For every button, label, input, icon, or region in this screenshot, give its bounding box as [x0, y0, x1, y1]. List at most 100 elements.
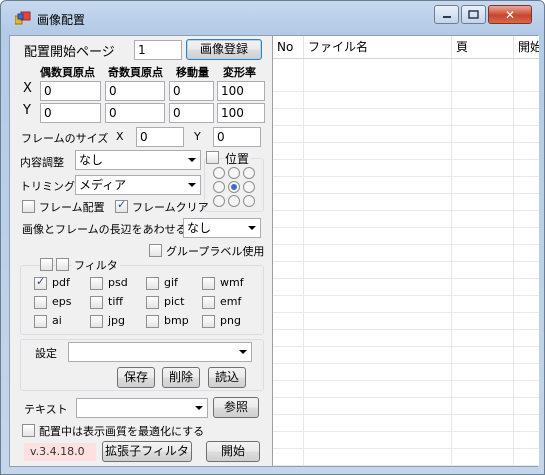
group-label-checkbox[interactable] — [149, 244, 162, 257]
trimming-label: トリミング — [20, 180, 75, 193]
filter-group-checkbox[interactable] — [40, 258, 53, 271]
long-side-value: なし — [187, 221, 212, 235]
position-center-radio[interactable] — [228, 181, 240, 193]
extension-filter-button[interactable]: 拡張子フィルタ — [102, 441, 192, 462]
table-row — [273, 433, 539, 449]
close-button[interactable]: ✕ — [488, 5, 532, 24]
table-row — [273, 365, 539, 381]
chevron-down-icon — [188, 183, 196, 187]
table-row — [273, 331, 539, 347]
frame-width-input[interactable]: 0 — [136, 127, 184, 147]
table-row — [273, 144, 539, 160]
position-bottom-left-radio[interactable] — [213, 195, 225, 207]
position-bottom-right-radio[interactable] — [243, 195, 255, 207]
filter-label: フィルタ — [72, 257, 120, 273]
filter-png-checkbox[interactable] — [202, 315, 215, 328]
filter-wmf-checkbox[interactable] — [202, 277, 215, 290]
trimming-dropdown[interactable]: メディア — [75, 175, 201, 195]
even-y-input[interactable]: 0 — [40, 103, 101, 123]
filter-gif-checkbox[interactable] — [146, 277, 159, 290]
window-frame: 画像配置 ✕ 配置開始ページ 1 画像登録 偶数頁原点 奇数頁原点 移動量 変形… — [0, 0, 545, 475]
table-row — [273, 110, 539, 126]
table-row — [273, 416, 539, 432]
load-button[interactable]: 読込 — [208, 367, 246, 388]
main-panel: 配置開始ページ 1 画像登録 偶数頁原点 奇数頁原点 移動量 変形率 X 0 0… — [9, 35, 539, 467]
scale-x-input[interactable]: 100 — [217, 81, 265, 101]
filter-wmf-label: wmf — [220, 276, 244, 289]
offset-x-input[interactable]: 0 — [169, 81, 214, 101]
file-list-table[interactable]: No ファイル名 頁 開始 — [272, 36, 539, 466]
filter-ai-label: ai — [52, 314, 62, 327]
even-origin-header: 偶数頁原点 — [40, 66, 95, 79]
content-fit-dropdown[interactable]: なし — [75, 150, 201, 170]
filter-eps-label: eps — [52, 295, 72, 308]
filter-gif-label: gif — [164, 276, 178, 289]
position-top-center-radio[interactable] — [228, 167, 240, 179]
table-row — [273, 229, 539, 245]
table-row — [273, 382, 539, 398]
filter-pdf-label: pdf — [52, 276, 70, 289]
browse-button[interactable]: 参照 — [213, 397, 259, 418]
position-middle-left-radio[interactable] — [213, 181, 225, 193]
start-page-label: 配置開始ページ — [24, 45, 115, 60]
column-header-no[interactable]: No — [273, 36, 304, 59]
frame-height-input[interactable]: 0 — [213, 127, 261, 147]
position-middle-right-radio[interactable] — [243, 181, 255, 193]
text-dropdown[interactable] — [76, 398, 208, 418]
long-side-label: 画像とフレームの長辺をあわせる — [22, 223, 187, 236]
filter-eps-checkbox[interactable] — [34, 296, 47, 309]
odd-x-input[interactable]: 0 — [105, 81, 165, 101]
minimize-button[interactable] — [434, 5, 459, 24]
scale-header: 変形率 — [223, 66, 256, 79]
odd-y-input[interactable]: 0 — [105, 103, 165, 123]
table-row — [273, 314, 539, 330]
optimize-checkbox[interactable] — [22, 424, 35, 437]
filter-ai-checkbox[interactable] — [34, 315, 47, 328]
filter-checkbox[interactable] — [56, 258, 69, 271]
settings-dropdown[interactable] — [68, 342, 252, 362]
long-side-dropdown[interactable]: なし — [183, 218, 261, 238]
chevron-down-icon — [239, 350, 247, 354]
position-bottom-center-radio[interactable] — [228, 195, 240, 207]
filter-emf-checkbox[interactable] — [202, 296, 215, 309]
offset-y-input[interactable]: 0 — [169, 103, 214, 123]
start-page-input[interactable]: 1 — [134, 40, 182, 60]
maximize-button[interactable] — [461, 5, 486, 24]
filter-pdf-checkbox[interactable] — [34, 275, 47, 290]
table-row — [273, 348, 539, 364]
table-row — [273, 93, 539, 109]
title-bar[interactable]: 画像配置 ✕ — [1, 1, 545, 35]
filter-jpg-checkbox[interactable] — [90, 315, 103, 328]
column-header-start[interactable]: 開始 — [514, 36, 539, 59]
frame-place-checkbox[interactable] — [22, 200, 35, 213]
table-row — [273, 178, 539, 194]
register-image-button[interactable]: 画像登録 — [186, 39, 262, 60]
table-row — [273, 76, 539, 92]
filter-pict-checkbox[interactable] — [146, 296, 159, 309]
frame-clear-checkbox[interactable] — [115, 198, 128, 213]
column-header-filename[interactable]: ファイル名 — [304, 36, 452, 59]
chevron-down-icon — [195, 406, 203, 410]
delete-button[interactable]: 削除 — [162, 367, 200, 388]
even-x-input[interactable]: 0 — [40, 81, 101, 101]
table-row — [273, 280, 539, 296]
table-row — [273, 127, 539, 143]
start-button[interactable]: 開始 — [206, 441, 260, 462]
scale-y-input[interactable]: 100 — [217, 103, 265, 123]
filter-tiff-checkbox[interactable] — [90, 296, 103, 309]
position-checkbox[interactable] — [206, 151, 219, 164]
frame-place-label: フレーム配置 — [39, 201, 105, 214]
table-row — [273, 399, 539, 415]
filter-bmp-label: bmp — [164, 314, 189, 327]
chevron-down-icon — [248, 226, 256, 230]
position-top-right-radio[interactable] — [243, 167, 255, 179]
version-label: v.3.4.18.0 — [24, 443, 96, 461]
save-button[interactable]: 保存 — [117, 367, 155, 388]
column-header-page[interactable]: 頁 — [452, 36, 514, 59]
maximize-icon — [468, 10, 479, 19]
position-top-left-radio[interactable] — [213, 167, 225, 179]
filter-psd-label: psd — [108, 276, 128, 289]
filter-psd-checkbox[interactable] — [90, 277, 103, 290]
y-label: Y — [23, 103, 31, 118]
filter-bmp-checkbox[interactable] — [146, 315, 159, 328]
